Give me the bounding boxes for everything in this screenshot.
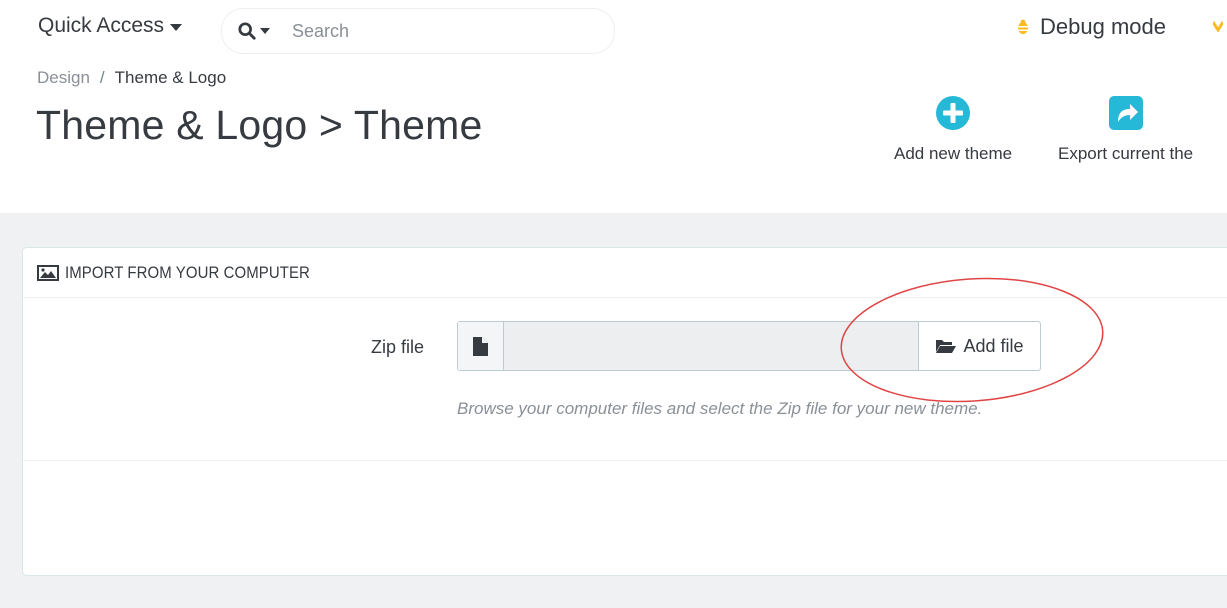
help-text: Browse your computer files and select th… — [457, 399, 983, 418]
chevron-down-icon — [170, 23, 183, 31]
file-icon — [473, 336, 488, 356]
page-title: Theme & Logo > Theme — [36, 102, 483, 148]
bug-icon — [1018, 19, 1028, 34]
panel-divider — [23, 460, 1227, 461]
add-file-label: Add file — [963, 335, 1024, 356]
export-current-theme-button[interactable]: Export current the — [1058, 94, 1193, 164]
file-name-display[interactable] — [504, 322, 918, 370]
panel-title: IMPORT FROM YOUR COMPUTER — [65, 262, 310, 282]
zip-file-row: Zip file Add file — [23, 321, 1227, 371]
debug-mode-label: Debug mode — [1040, 14, 1166, 39]
import-panel: IMPORT FROM YOUR COMPUTER Zip file Add f… — [22, 247, 1227, 576]
breadcrumb-design-link[interactable]: Design — [37, 68, 90, 88]
add-circle-icon — [936, 96, 971, 130]
chevron-down-icon — [260, 28, 270, 34]
share-icon — [1108, 96, 1143, 130]
add-file-button[interactable]: Add file — [918, 322, 1040, 370]
search-scope-dropdown[interactable] — [222, 22, 292, 40]
search-input[interactable] — [292, 20, 592, 42]
folder-open-icon — [936, 340, 957, 353]
quick-access-dropdown[interactable]: Quick Access — [38, 14, 183, 38]
add-new-theme-button[interactable]: Add new theme — [894, 94, 1012, 164]
export-current-theme-label: Export current the — [1058, 144, 1194, 163]
top-bar: Quick Access Debug mode — [0, 0, 1227, 58]
panel-heading: IMPORT FROM YOUR COMPUTER — [23, 248, 1227, 298]
image-icon — [37, 264, 59, 281]
breadcrumb-current: Theme & Logo — [114, 68, 227, 87]
star-icon[interactable] — [1213, 20, 1223, 32]
breadcrumb: Design / Theme & Logo — [37, 68, 226, 88]
quick-access-label: Quick Access — [38, 14, 165, 37]
zip-file-input-group: Add file — [457, 321, 1041, 371]
search-icon — [238, 22, 256, 40]
breadcrumb-separator: / — [99, 68, 105, 87]
debug-mode-indicator[interactable]: Debug mode — [1016, 14, 1166, 40]
zip-file-label: Zip file — [371, 337, 425, 357]
add-new-theme-label: Add new theme — [894, 144, 1013, 163]
search-bar — [221, 8, 615, 54]
file-addon — [458, 322, 504, 370]
